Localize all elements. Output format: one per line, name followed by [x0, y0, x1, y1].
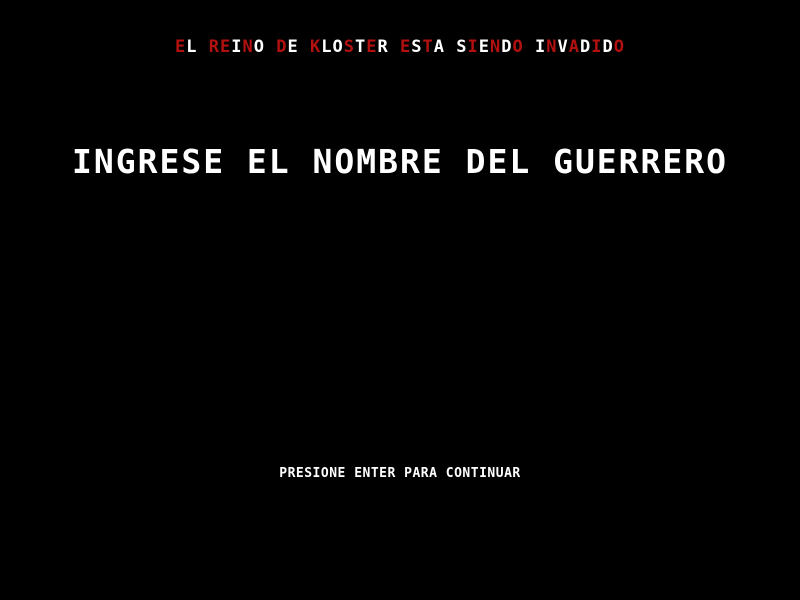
banner-letter-segment: D — [501, 37, 513, 57]
banner-letter-segment: S — [411, 37, 423, 57]
banner-letter-segment: A — [568, 37, 580, 57]
banner-letter-segment — [389, 37, 400, 57]
banner-letter-segment: L — [186, 37, 198, 57]
banner-letter-segment — [265, 37, 276, 57]
banner-letter-segment: N — [489, 37, 502, 57]
banner-letter-segment: LO — [321, 37, 344, 57]
banner-letter-segment: I — [467, 37, 479, 57]
banner-letter-segment: O — [613, 37, 625, 57]
banner-letter-segment: E — [478, 37, 490, 57]
banner-letter-segment — [198, 37, 209, 57]
banner-letter-segment — [299, 37, 310, 57]
banner-letter-segment: E — [366, 37, 378, 57]
banner-letter-segment: A — [433, 37, 445, 57]
banner-letter-segment: E — [287, 37, 299, 57]
banner-letter-segment: N — [242, 37, 254, 57]
banner-letter-segment: N — [546, 37, 558, 57]
banner-letter-segment — [524, 37, 535, 57]
banner-letter-segment: T — [422, 37, 434, 57]
enter-warrior-name-title: INGRESE EL NOMBRE DEL GUERRERO — [71, 142, 729, 181]
game-screen: EL REINO DE KLOSTER ESTA SIENDO INVADIDO… — [0, 0, 800, 600]
press-enter-hint: PRESIONE ENTER PARA CONTINUAR — [279, 466, 521, 481]
banner-letter-segment: E — [175, 37, 187, 57]
banner-letter-segment: E — [399, 37, 412, 57]
banner-letter-segment: D — [579, 37, 592, 57]
banner-letter-segment: D — [276, 37, 288, 57]
banner-letter-segment: O — [512, 37, 524, 57]
banner-letter-segment: I — [231, 37, 243, 57]
banner-letter-segment: I — [591, 37, 603, 57]
banner-letter-segment: D — [602, 37, 614, 57]
banner-letter-segment: RE — [208, 37, 232, 57]
banner-letter-segment: V — [557, 37, 569, 57]
banner-letter-segment — [445, 37, 456, 57]
banner-letter-segment: R — [377, 37, 389, 57]
banner-letter-segment: O — [253, 37, 265, 57]
banner-letter-segment: S — [343, 37, 355, 57]
warrior-name-input[interactable] — [150, 290, 654, 332]
banner-letter-segment: K — [310, 37, 322, 57]
banner-letter-segment: I — [534, 37, 547, 57]
banner-letter-segment: T — [354, 37, 367, 57]
banner-letter-segment: S — [456, 37, 468, 57]
invasion-banner: EL REINO DE KLOSTER ESTA SIENDO INVADIDO — [0, 36, 800, 58]
